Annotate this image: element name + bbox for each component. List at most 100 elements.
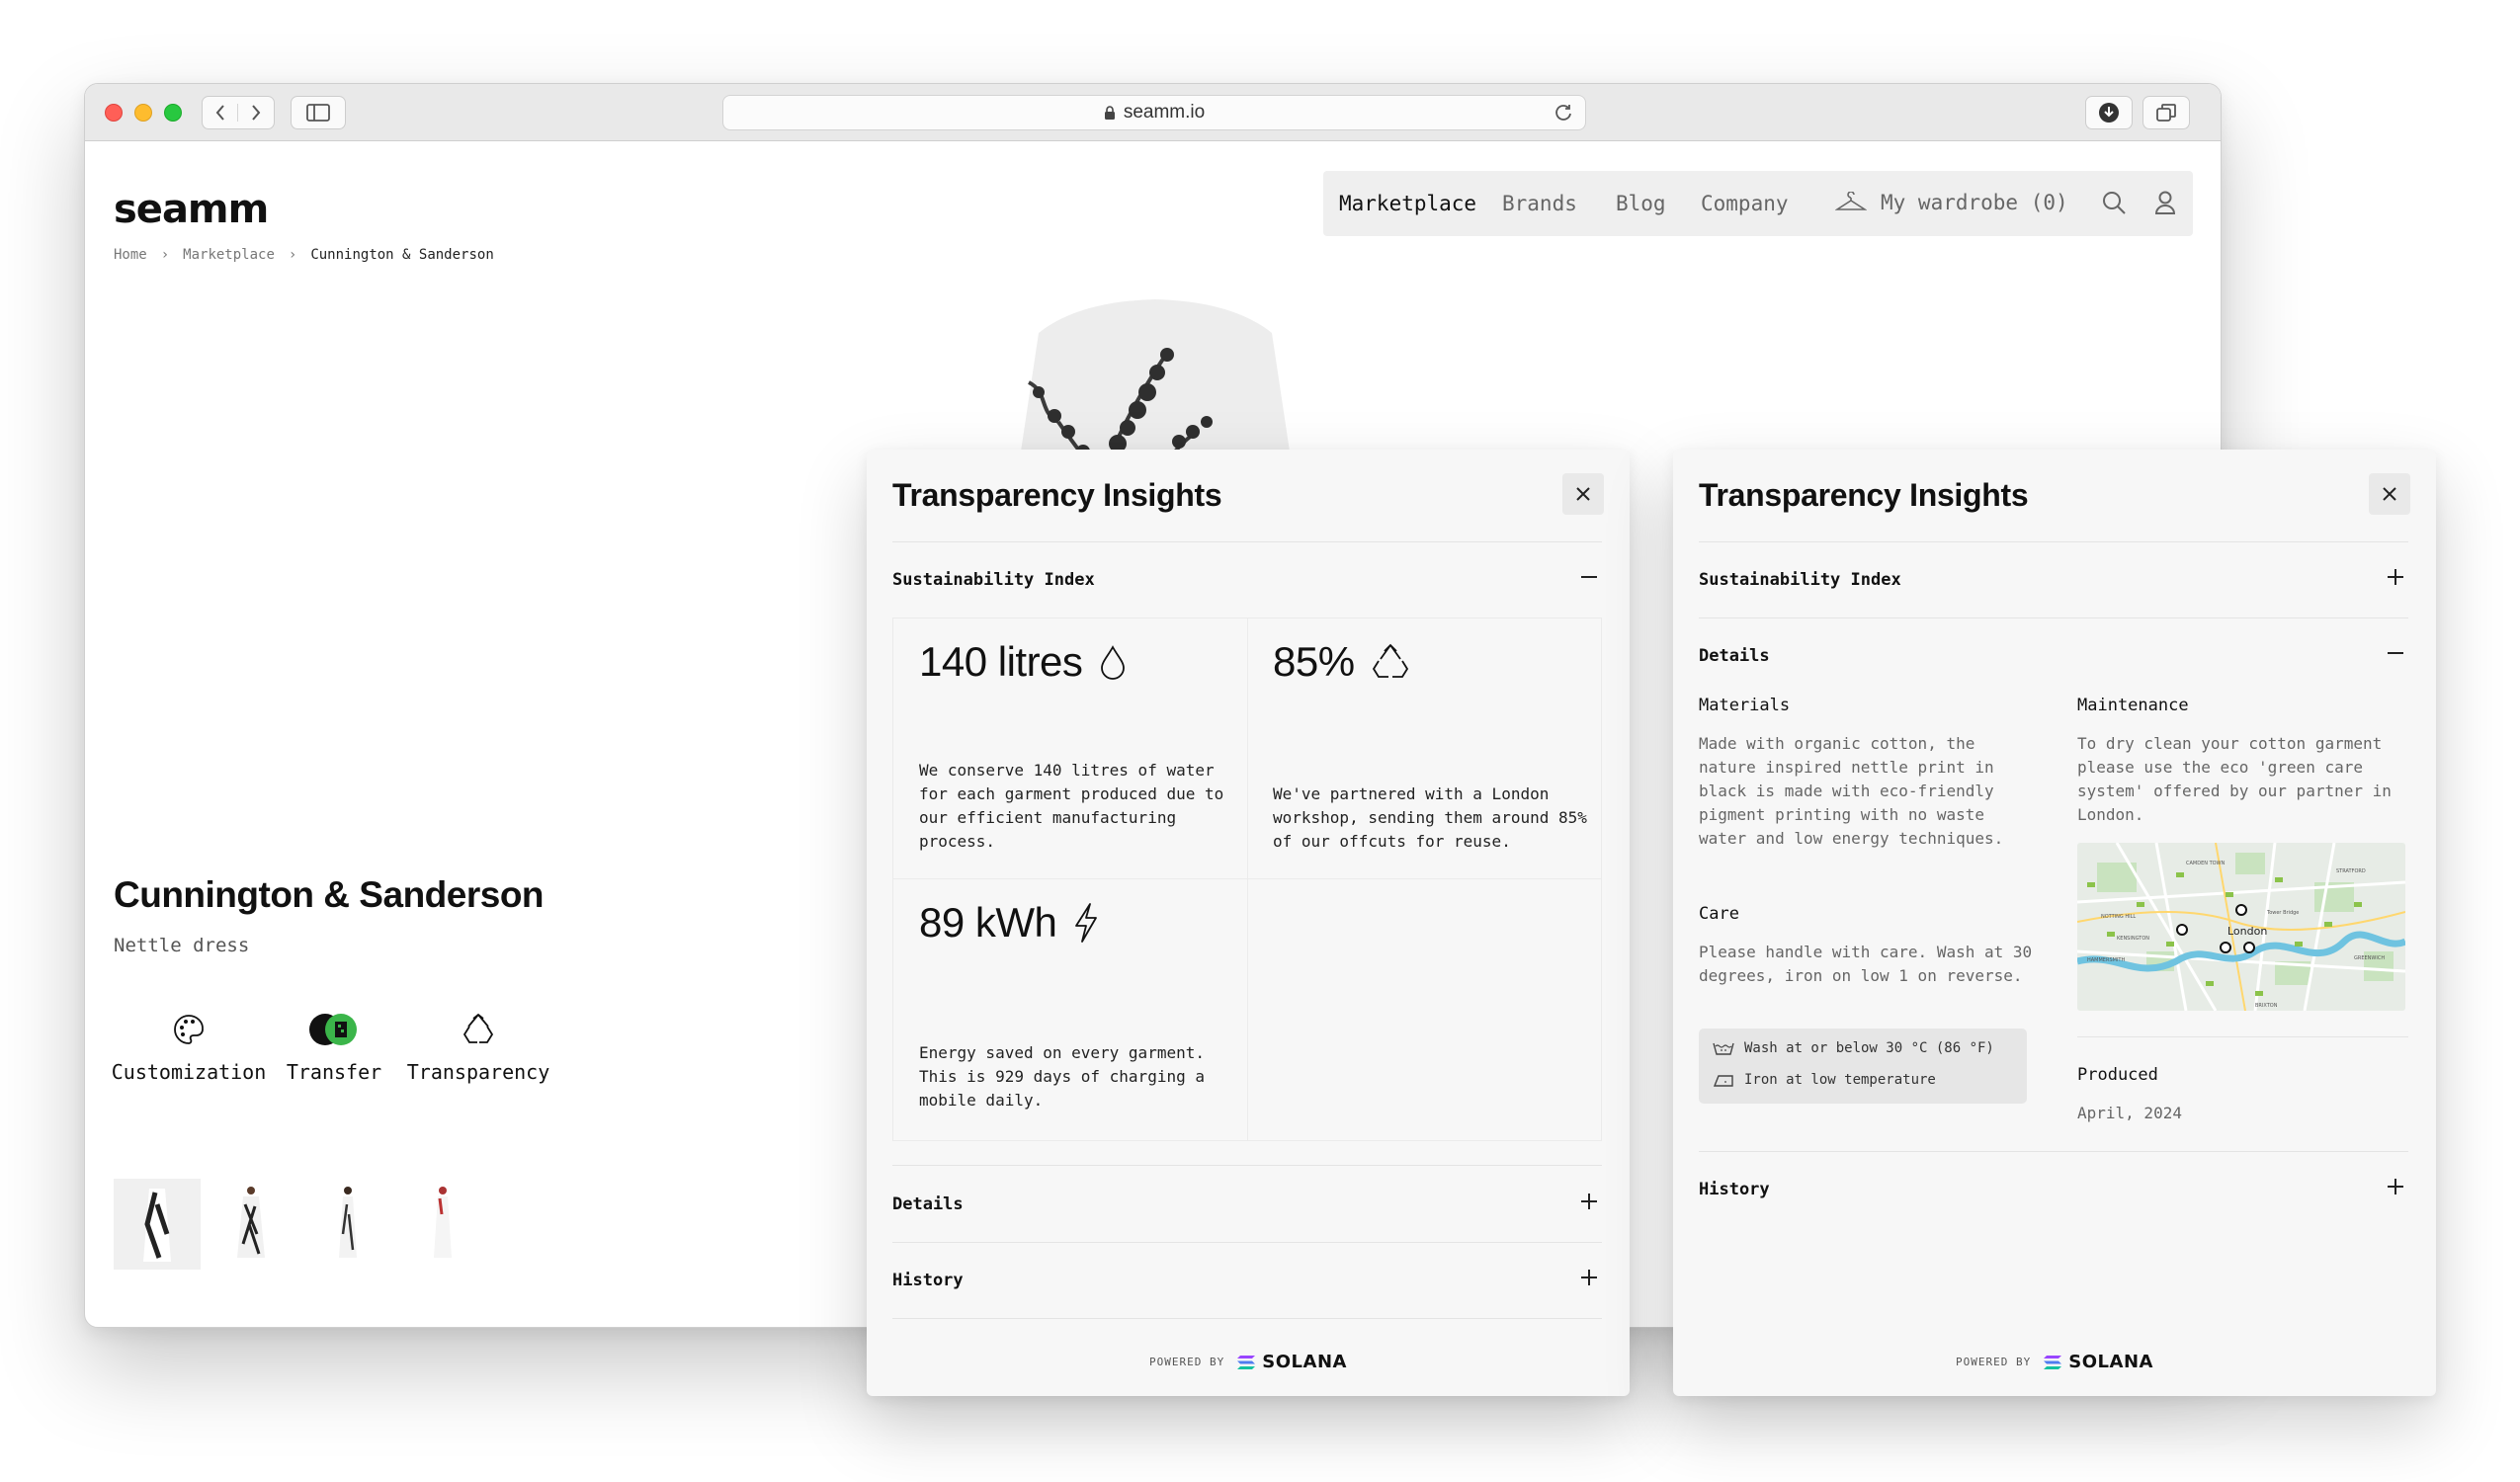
metric-water: 140 litres [919, 638, 1128, 686]
collapse-toggle[interactable] [2385, 642, 2406, 664]
user-icon [2154, 191, 2176, 214]
search-button[interactable] [2101, 190, 2127, 220]
metric-offcuts: 85% [1273, 638, 1410, 686]
plus-icon [1581, 1194, 1597, 1209]
produced-value: April, 2024 [2077, 1104, 2182, 1122]
care-label: Care [1699, 904, 1739, 924]
close-icon [2383, 487, 2396, 501]
section-sustainability-header[interactable]: Sustainability Index [1699, 570, 1901, 590]
breadcrumb-marketplace[interactable]: Marketplace [183, 247, 275, 263]
nav-blog[interactable]: Blog [1616, 192, 1666, 215]
minimize-window-button[interactable] [134, 104, 152, 122]
section-details-header[interactable]: Details [1699, 646, 1770, 666]
nav-brands[interactable]: Brands [1502, 192, 1577, 215]
solana-logo: SOLANA [2043, 1352, 2153, 1372]
divider [892, 1318, 1602, 1319]
thumbnail-image [434, 1187, 452, 1258]
expand-toggle[interactable] [2385, 1176, 2406, 1197]
sidebar-toggle-button[interactable] [291, 96, 346, 129]
expand-toggle[interactable] [1578, 1267, 1600, 1288]
map-city-label: London [2227, 925, 2267, 938]
care-text: Please handle with care. Wash at 30 degr… [1699, 943, 2033, 985]
maintenance-label: Maintenance [2077, 696, 2189, 715]
product-thumbnail[interactable] [208, 1179, 294, 1270]
reload-icon[interactable] [1554, 103, 1573, 123]
chevron-right-icon: › [160, 247, 170, 263]
collapse-toggle[interactable] [1578, 566, 1600, 588]
plus-icon [1581, 1270, 1597, 1285]
powered-by-label: POWERED BY [1956, 1356, 2032, 1368]
london-map[interactable]: CAMDEN TOWN STRATFORD NOTTING HILL KENSI… [2077, 843, 2405, 1011]
thumbnail-image [339, 1187, 357, 1258]
solana-icon [1237, 1355, 1256, 1369]
metric-description: We've partnered with a London workshop, … [1273, 784, 1587, 851]
map-marker[interactable] [2176, 924, 2188, 936]
thumbnail-image [143, 1189, 171, 1262]
feature-customization[interactable]: Customization [112, 1013, 266, 1084]
section-sustainability-header[interactable]: Sustainability Index [892, 570, 1095, 590]
divider [892, 1242, 1602, 1243]
downloads-button[interactable] [2085, 96, 2133, 129]
section-details-header[interactable]: Details [892, 1194, 964, 1214]
produced-label: Produced [2077, 1065, 2158, 1085]
solana-wordmark: SOLANA [2068, 1352, 2153, 1372]
nav-company[interactable]: Company [1701, 192, 1789, 215]
breadcrumb-home[interactable]: Home [114, 247, 147, 263]
close-window-button[interactable] [105, 104, 123, 122]
map-marker[interactable] [2220, 942, 2231, 953]
divider [2077, 1036, 2408, 1037]
expand-toggle[interactable] [1578, 1191, 1600, 1212]
lock-icon [1104, 105, 1115, 120]
breadcrumb-current: Cunnington & Sanderson [310, 247, 494, 263]
expand-toggle[interactable] [2385, 566, 2406, 588]
map-area-label: NOTTING HILL [2101, 914, 2136, 920]
close-button[interactable] [2369, 473, 2410, 515]
site-logo[interactable]: seamm [114, 187, 269, 232]
wardrobe-label: My wardrobe (0) [1881, 191, 2068, 214]
url-text: seamm.io [1123, 102, 1206, 123]
address-bar[interactable]: seamm.io [722, 95, 1586, 130]
section-history-header[interactable]: History [892, 1271, 964, 1290]
chevron-left-icon [215, 105, 224, 121]
feature-transparency[interactable]: Transparency [404, 1013, 552, 1084]
map-marker[interactable] [2243, 942, 2255, 953]
close-button[interactable] [1562, 473, 1604, 515]
metric-value: 85% [1273, 638, 1355, 685]
divider [893, 878, 1601, 879]
tabs-icon [2156, 104, 2176, 122]
back-button[interactable] [203, 104, 238, 122]
product-thumbnail[interactable] [399, 1179, 486, 1270]
section-history-header[interactable]: History [1699, 1180, 1770, 1199]
nav-marketplace[interactable]: Marketplace [1339, 192, 1476, 215]
history-nav-buttons [202, 96, 275, 129]
materials-text: Made with organic cotton, the nature ins… [1699, 734, 2004, 848]
feature-label: Transparency [406, 1060, 550, 1084]
divider [1247, 618, 1248, 1140]
care-iron-text: Iron at low temperature [1744, 1072, 1936, 1088]
product-thumbnail[interactable] [304, 1179, 391, 1270]
feature-transfer[interactable]: Transfer [283, 1013, 385, 1084]
thumbnail-image [237, 1187, 265, 1258]
panel-title: Transparency Insights [1699, 477, 2029, 513]
tab-overview-button[interactable] [2142, 96, 2190, 129]
lightning-icon [1075, 903, 1098, 943]
plus-icon [2388, 569, 2403, 585]
materials-label: Materials [1699, 696, 1791, 715]
nav-wardrobe[interactable]: My wardrobe (0) [1835, 191, 2068, 214]
product-name: Nettle dress [114, 935, 250, 956]
palette-icon [174, 1015, 204, 1044]
breadcrumb: Home › Marketplace › Cunnington & Sander… [114, 247, 494, 263]
iron-icon [1713, 1075, 1733, 1087]
maximize-window-button[interactable] [164, 104, 182, 122]
product-thumbnail[interactable] [114, 1179, 201, 1270]
plus-icon [2388, 1179, 2403, 1194]
map-area-label: GREENWICH [2354, 955, 2385, 961]
account-button[interactable] [2153, 190, 2177, 220]
panel-title: Transparency Insights [892, 477, 1222, 513]
minus-icon [2388, 652, 2403, 654]
download-icon [2099, 103, 2119, 123]
map-marker[interactable] [2235, 904, 2247, 916]
forward-button[interactable] [238, 104, 274, 122]
care-wash-text: Wash at or below 30 °C (86 °F) [1744, 1040, 1994, 1056]
main-nav: Marketplace Brands Blog Company My wardr… [1323, 171, 2193, 236]
